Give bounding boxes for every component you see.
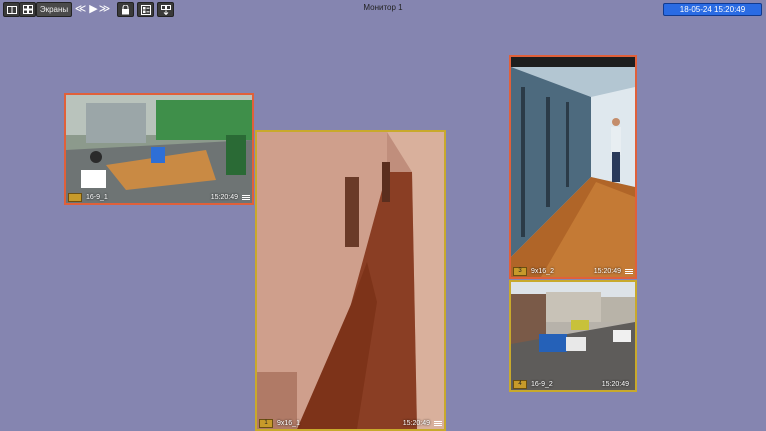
- camera-number: 3: [513, 267, 527, 276]
- camera-tile-16-9-2[interactable]: 4 16-9_2 15:20:49: [509, 280, 637, 392]
- camera-overlay: 3 9x16_2 15:20:49: [513, 267, 633, 276]
- datetime-display: 18-05-24 15:20:49: [663, 3, 762, 16]
- camera-tile-9x16-2[interactable]: 3 9x16_2 15:20:49: [509, 55, 637, 279]
- camera-video-corridor: [511, 57, 635, 277]
- camera-number: 4: [513, 380, 527, 389]
- camera-menu-icon[interactable]: [242, 195, 250, 200]
- camera-menu-icon[interactable]: [625, 269, 633, 274]
- camera-number: [68, 193, 82, 202]
- camera-name: 9x16_2: [531, 268, 554, 275]
- camera-number: 1: [259, 419, 273, 428]
- camera-video-hallway: [257, 132, 444, 429]
- camera-time: 15:20:49: [210, 194, 238, 201]
- camera-tile-16-9-1[interactable]: 16-9_1 15:20:49: [64, 93, 254, 205]
- camera-menu-icon[interactable]: [434, 421, 442, 426]
- camera-time: 15:20:49: [593, 268, 621, 275]
- camera-tile-9x16-1[interactable]: 1 9x16_1 15:20:49: [255, 130, 446, 431]
- camera-name: 16-9_1: [86, 194, 108, 201]
- camera-overlay: 1 9x16_1 15:20:49: [259, 419, 442, 428]
- camera-overlay: 16-9_1 15:20:49: [68, 193, 250, 202]
- camera-video-office: [66, 95, 252, 203]
- camera-time: 15:20:49: [402, 420, 430, 427]
- camera-name: 9x16_1: [277, 420, 300, 427]
- camera-time: 15:20:49: [601, 381, 629, 388]
- camera-name: 16-9_2: [531, 381, 553, 388]
- window-title: Монитор 1: [363, 3, 403, 12]
- camera-video-street: [511, 282, 635, 390]
- camera-overlay: 4 16-9_2 15:20:49: [513, 380, 633, 389]
- top-toolbar: Экраны ≪ ▶ ≫ Монитор 1 18-05-24 15:20:49: [0, 0, 766, 19]
